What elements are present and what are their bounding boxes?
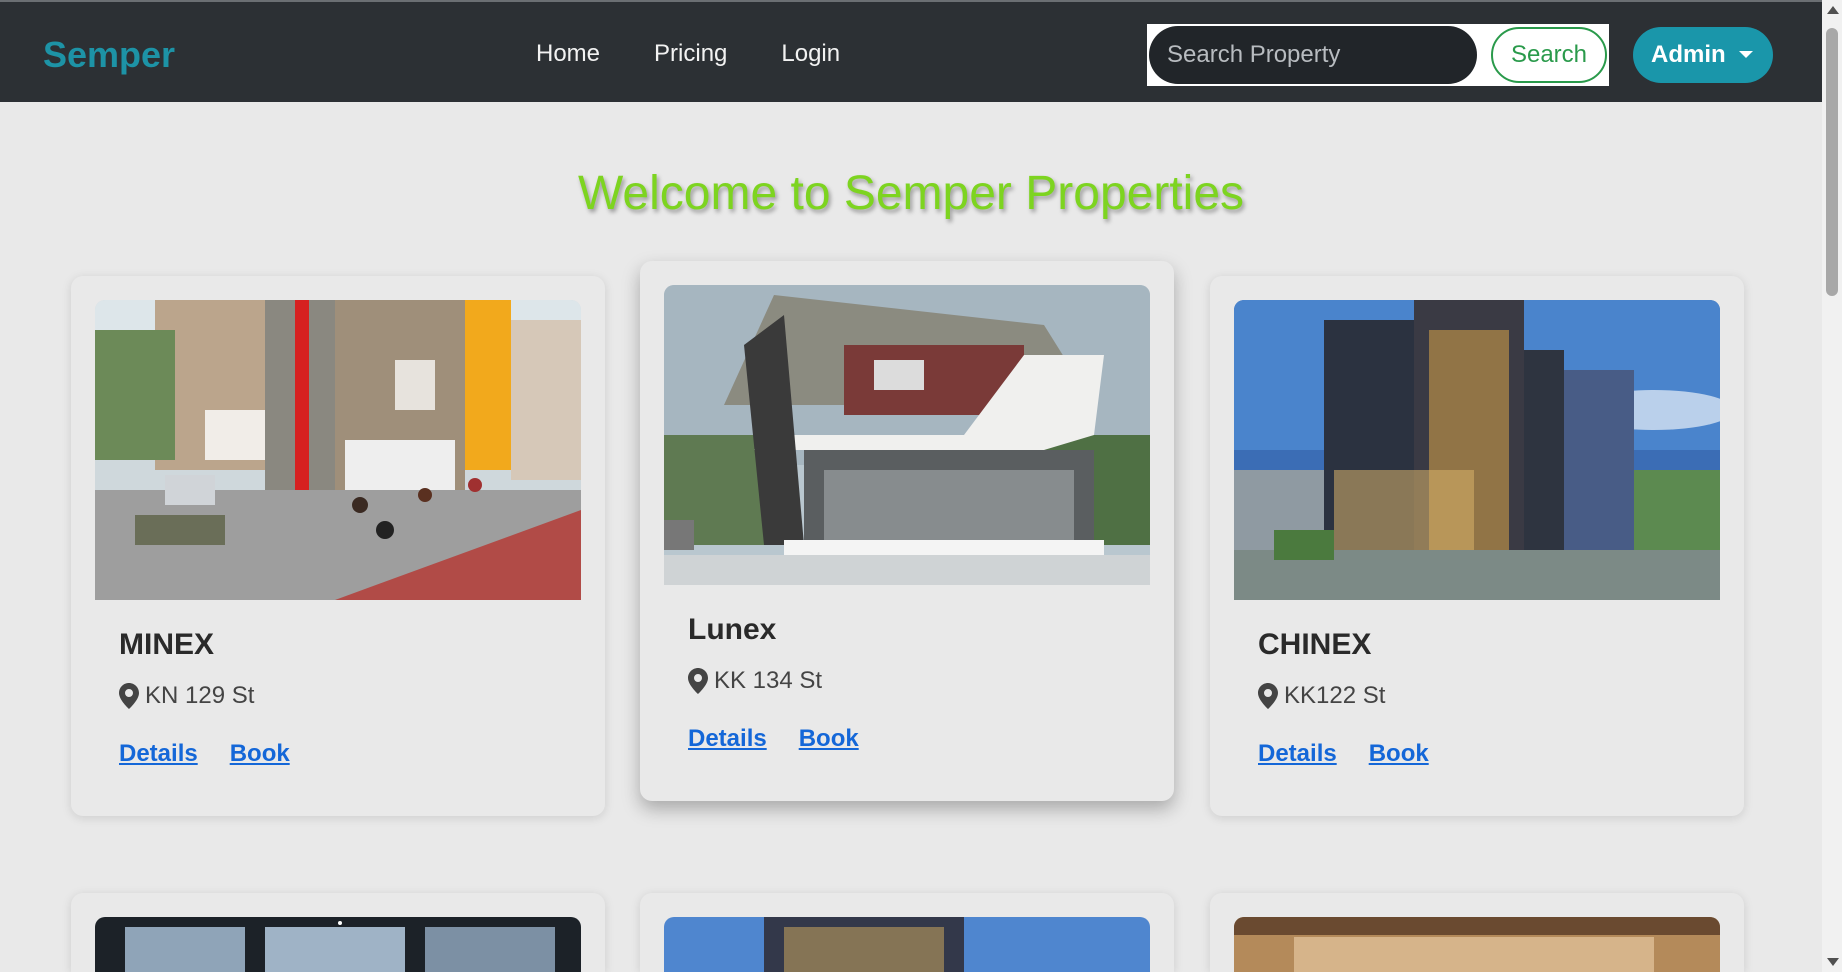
property-location-text: KK 134 St (714, 667, 823, 694)
nav-pricing-link[interactable]: Pricing (654, 40, 727, 68)
admin-dropdown-button[interactable]: Admin (1633, 27, 1773, 83)
search-input[interactable] (1149, 26, 1477, 84)
scroll-thumb[interactable] (1826, 28, 1838, 296)
map-pin-icon (119, 683, 139, 709)
details-link[interactable]: Details (1258, 740, 1337, 768)
property-actions: Details Book (1258, 740, 1429, 768)
book-link[interactable]: Book (230, 740, 290, 768)
property-actions: Details Book (688, 725, 859, 753)
navbar: Semper Home Pricing Login Search Admin (0, 0, 1822, 102)
property-location: KK 134 St (688, 667, 822, 695)
property-name: MINEX (119, 628, 215, 661)
property-image-minex (95, 300, 581, 600)
welcome-heading: Welcome to Semper Properties (577, 167, 1245, 220)
nav-home-link[interactable]: Home (536, 40, 600, 68)
property-card-minex: MINEX KN 129 St Details Book (71, 276, 605, 816)
scroll-up-arrow-icon[interactable] (1827, 6, 1839, 14)
property-card-row2-2 (640, 893, 1174, 972)
details-link[interactable]: Details (119, 740, 198, 768)
brand-logo[interactable]: Semper (43, 34, 175, 76)
book-link[interactable]: Book (1369, 740, 1429, 768)
property-image-row2-2 (664, 917, 1150, 972)
property-image-lunex (664, 285, 1150, 585)
property-name: CHINEX (1258, 628, 1372, 661)
property-location-text: KK122 St (1284, 682, 1386, 709)
property-location: KK122 St (1258, 682, 1385, 710)
property-card-row2-3 (1210, 893, 1744, 972)
search-button[interactable]: Search (1491, 27, 1607, 83)
page-scrollbar[interactable] (1822, 0, 1842, 972)
property-location-text: KN 129 St (145, 682, 255, 709)
caret-down-icon (1739, 51, 1753, 58)
property-actions: Details Book (119, 740, 290, 768)
admin-label: Admin (1651, 41, 1726, 68)
nav-login-link[interactable]: Login (781, 40, 840, 68)
map-pin-icon (688, 668, 708, 694)
property-image-row2-1 (95, 917, 581, 972)
map-pin-icon (1258, 683, 1278, 709)
property-card-chinex: CHINEX KK122 St Details Book (1210, 276, 1744, 816)
property-image-row2-3 (1234, 917, 1720, 972)
property-card-row2-1 (71, 893, 605, 972)
property-card-lunex: Lunex KK 134 St Details Book (640, 261, 1174, 801)
book-link[interactable]: Book (799, 725, 859, 753)
details-link[interactable]: Details (688, 725, 767, 753)
property-image-chinex (1234, 300, 1720, 600)
scroll-down-arrow-icon[interactable] (1827, 958, 1839, 966)
property-name: Lunex (688, 613, 777, 646)
search-form: Search (1147, 24, 1609, 86)
property-location: KN 129 St (119, 682, 254, 710)
nav-links: Home Pricing Login (536, 40, 840, 68)
